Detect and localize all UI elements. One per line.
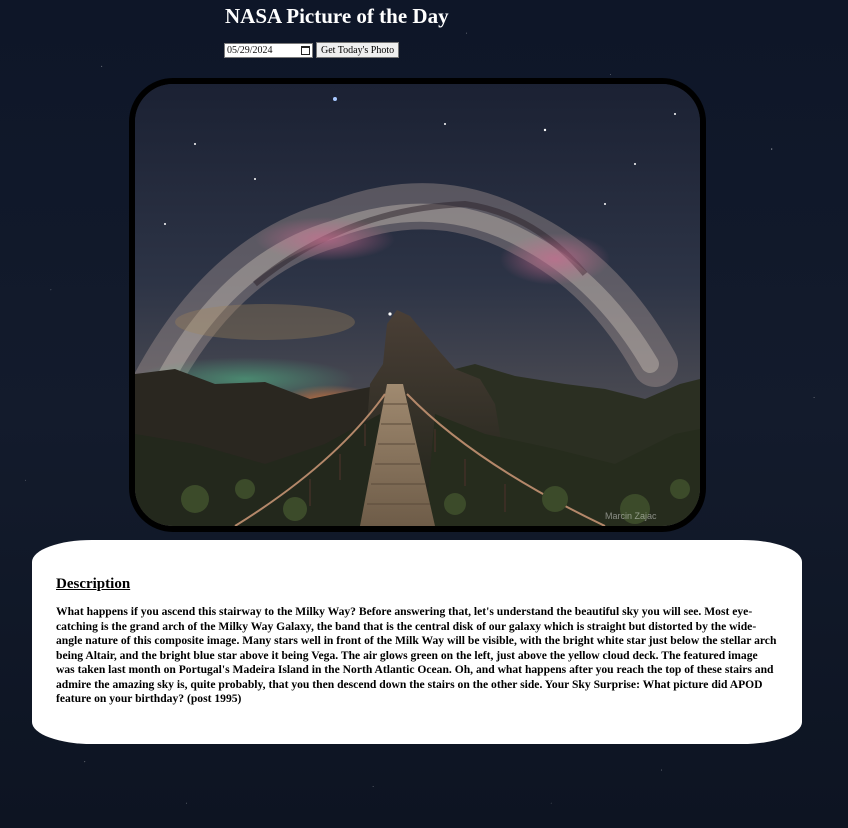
apod-photo: Marcin Zajac <box>129 78 706 532</box>
milky-way-stairway-image: Marcin Zajac <box>135 84 700 526</box>
date-input[interactable]: 05/29/2024 <box>224 42 313 58</box>
page-title: NASA Picture of the Day <box>225 4 449 28</box>
get-todays-photo-button[interactable]: Get Today's Photo <box>316 42 400 58</box>
calendar-icon[interactable] <box>301 45 310 55</box>
description-card: Description What happens if you ascend t… <box>32 540 802 744</box>
description-heading: Description <box>56 576 131 592</box>
description-text: What happens if you ascend this stairway… <box>56 605 777 705</box>
date-controls: 05/29/2024 Get Today's Photo <box>224 42 400 58</box>
photo-watermark: Marcin Zajac <box>605 511 657 521</box>
date-value: 05/29/2024 <box>227 44 273 56</box>
